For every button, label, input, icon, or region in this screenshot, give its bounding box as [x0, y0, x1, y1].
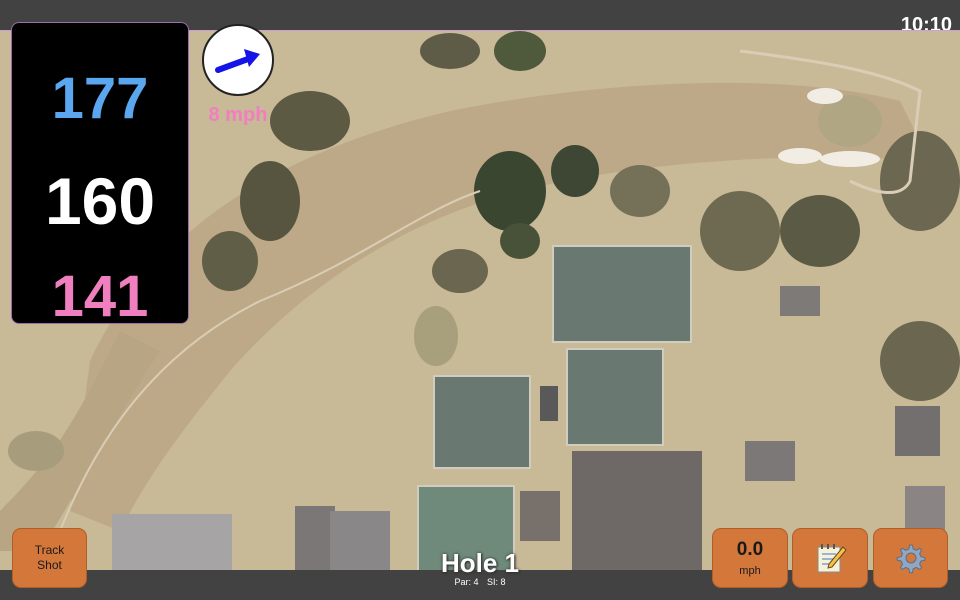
speed-unit: mph — [739, 565, 761, 577]
gear-icon — [896, 544, 925, 574]
wind-indicator — [202, 24, 274, 96]
wind-speed-label: 8 mph — [208, 104, 268, 126]
notes-button[interactable] — [792, 528, 868, 588]
hole-par: Par: 4 — [454, 577, 479, 587]
track-shot-label-line2: Shot — [37, 558, 62, 572]
settings-button[interactable] — [873, 528, 948, 588]
hole-title: Hole 1 — [440, 548, 520, 578]
hole-info: Par: 4 SI: 8 — [380, 577, 580, 587]
distance-middle: 160 — [44, 164, 156, 238]
track-shot-label-line1: Track — [34, 543, 65, 557]
distance-back: 177 — [51, 66, 149, 131]
speed-value: 0.0 — [736, 539, 764, 560]
distance-panel: 177 160 141 — [11, 22, 189, 329]
distance-front: 141 — [51, 264, 149, 329]
notepad-icon — [817, 544, 847, 573]
track-shot-button[interactable]: Track Shot — [12, 528, 87, 588]
arrow-icon — [215, 49, 260, 73]
hole-stroke-index: SI: 8 — [487, 577, 506, 587]
speed-button[interactable]: 0.0 mph — [712, 528, 788, 588]
